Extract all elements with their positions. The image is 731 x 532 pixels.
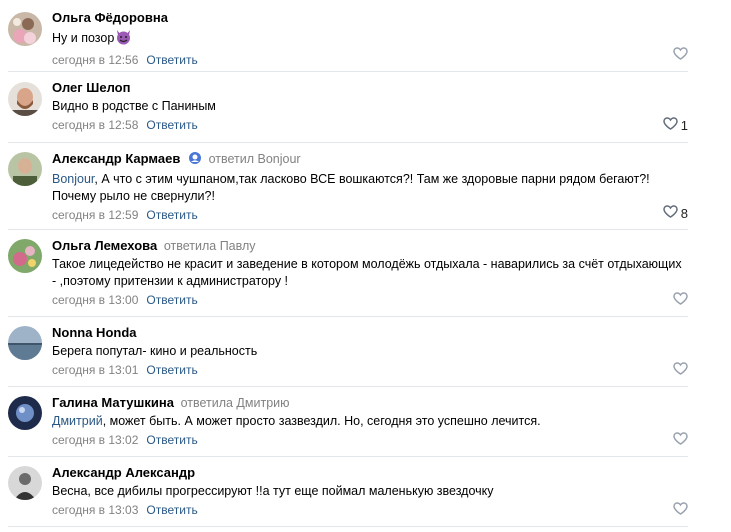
comment-text: Такое лицедейство не красит и заведение … bbox=[52, 257, 682, 288]
comment-text: Ну и позор bbox=[52, 28, 687, 50]
avatar[interactable] bbox=[8, 239, 42, 273]
reply-to-label[interactable]: ответила Павлу bbox=[164, 239, 256, 253]
heart-icon bbox=[673, 292, 688, 308]
divider bbox=[8, 526, 688, 527]
divider bbox=[8, 142, 688, 143]
comment-text: Bonjour, А что с этим чушпаном,так ласко… bbox=[52, 172, 650, 203]
comment-timestamp: сегодня в 13:03 bbox=[52, 503, 139, 517]
avatar[interactable] bbox=[8, 82, 42, 116]
avatar[interactable] bbox=[8, 152, 42, 186]
reply-button[interactable]: Ответить bbox=[146, 53, 197, 67]
divider bbox=[8, 316, 688, 317]
like-button[interactable]: 1 bbox=[663, 117, 688, 133]
like-button[interactable] bbox=[673, 47, 688, 63]
reply-to-label[interactable]: ответил Bonjour bbox=[209, 152, 301, 166]
comment-timestamp: сегодня в 12:59 bbox=[52, 208, 139, 222]
heart-icon bbox=[673, 432, 688, 448]
avatar[interactable] bbox=[8, 466, 42, 500]
comment-timestamp: сегодня в 13:00 bbox=[52, 293, 139, 307]
comment-timestamp: сегодня в 13:01 bbox=[52, 363, 139, 377]
heart-icon bbox=[663, 205, 678, 221]
avatar[interactable] bbox=[8, 396, 42, 430]
comment-author[interactable]: Олег Шелоп bbox=[52, 80, 130, 95]
like-button[interactable]: 8 bbox=[663, 205, 688, 221]
comment-timestamp: сегодня в 12:56 bbox=[52, 53, 139, 67]
like-button[interactable] bbox=[673, 362, 688, 378]
reply-button[interactable]: Ответить bbox=[146, 208, 197, 222]
comment-text: Дмитрий, может быть. А может просто зазв… bbox=[52, 414, 541, 428]
avatar[interactable] bbox=[8, 326, 42, 360]
profile-badge-icon bbox=[188, 151, 202, 169]
comment-author[interactable]: Nonna Honda bbox=[52, 325, 137, 340]
comment-author[interactable]: Галина Матушкина bbox=[52, 395, 174, 410]
comment-author[interactable]: Ольга Фёдоровна bbox=[52, 10, 168, 25]
smiling-devil-emoji-icon bbox=[115, 28, 132, 50]
comment-timestamp: сегодня в 13:02 bbox=[52, 433, 139, 447]
reply-to-label[interactable]: ответила Дмитрию bbox=[181, 396, 290, 410]
divider bbox=[8, 456, 688, 457]
comment-text: Видно в родстве с Паниным bbox=[52, 99, 216, 113]
reply-button[interactable]: Ответить bbox=[146, 293, 197, 307]
like-button[interactable] bbox=[673, 432, 688, 448]
heart-icon bbox=[673, 362, 688, 378]
comment-text: Весна, все дибилы прогрессируют !!а тут … bbox=[52, 484, 494, 498]
comment-timestamp: сегодня в 12:58 bbox=[52, 118, 139, 132]
avatar[interactable] bbox=[8, 12, 42, 46]
comment-author[interactable]: Александр Александр bbox=[52, 465, 195, 480]
comment-author[interactable]: Ольга Лемехова bbox=[52, 238, 157, 253]
reply-button[interactable]: Ответить bbox=[146, 118, 197, 132]
divider bbox=[8, 71, 688, 72]
heart-icon bbox=[663, 117, 678, 133]
comment-text: Берега попутал- кино и реальность bbox=[52, 344, 258, 358]
heart-icon bbox=[673, 502, 688, 518]
comments-feed: Ольга Фёдоровна Ну и позор сегодня в 12:… bbox=[0, 0, 731, 532]
heart-icon bbox=[673, 47, 688, 63]
like-count: 1 bbox=[680, 117, 688, 133]
like-button[interactable] bbox=[673, 292, 688, 308]
reply-button[interactable]: Ответить bbox=[146, 433, 197, 447]
mention-link[interactable]: Дмитрий bbox=[52, 414, 103, 428]
reply-button[interactable]: Ответить bbox=[146, 503, 197, 517]
like-button[interactable] bbox=[673, 502, 688, 518]
divider bbox=[8, 386, 688, 387]
like-count: 8 bbox=[680, 205, 688, 221]
comment-author[interactable]: Александр Кармаев bbox=[52, 151, 180, 166]
mention-link[interactable]: Bonjour bbox=[52, 172, 94, 186]
reply-button[interactable]: Ответить bbox=[146, 363, 197, 377]
divider bbox=[8, 229, 688, 230]
